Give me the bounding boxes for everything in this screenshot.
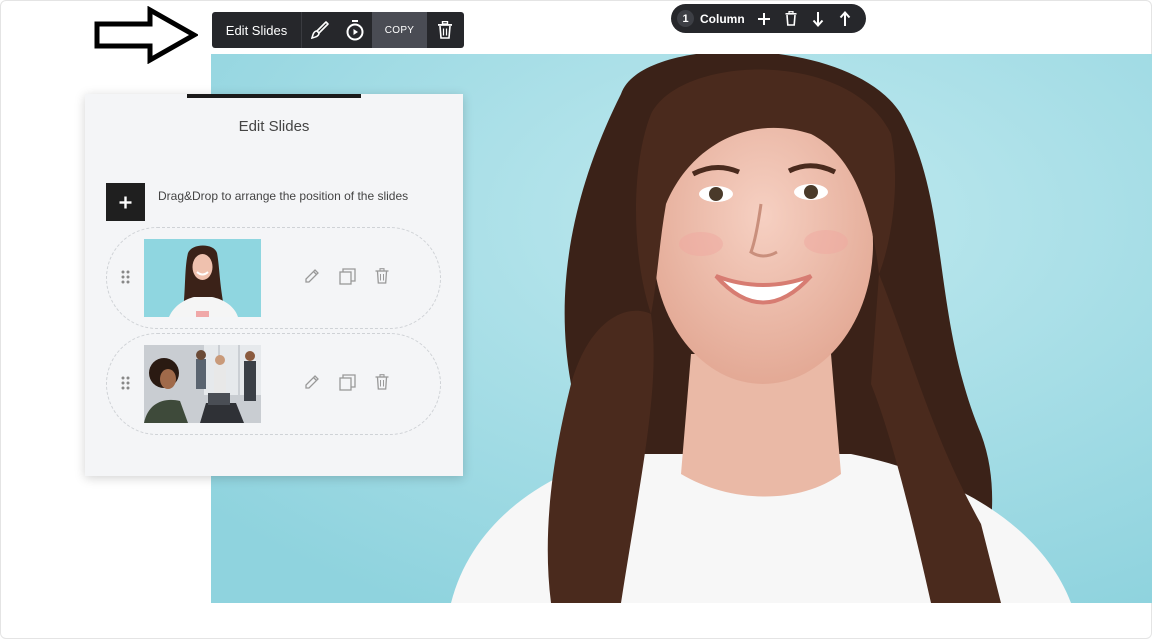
edit-slide-button[interactable] — [302, 266, 322, 286]
delete-slide-button[interactable] — [372, 372, 392, 392]
pointer-arrow-icon — [94, 6, 198, 64]
delete-column-button[interactable] — [777, 4, 804, 33]
drag-drop-hint: Drag&Drop to arrange the position of the… — [158, 189, 409, 203]
plus-icon — [119, 196, 132, 208]
pencil-icon — [305, 269, 319, 283]
panel-accent-bar — [187, 94, 361, 98]
edit-slides-panel: Edit Slides Drag&Drop to arrange the pos… — [85, 94, 463, 476]
slide-item[interactable] — [106, 227, 441, 329]
trash-icon — [437, 21, 452, 39]
slide-thumbnail — [144, 239, 261, 317]
duplicate-icon — [338, 373, 356, 391]
woman-smiling-thumbnail — [144, 239, 261, 317]
move-column-up-button[interactable] — [831, 4, 858, 33]
move-column-down-button[interactable] — [804, 4, 831, 33]
panel-title: Edit Slides — [238, 118, 310, 135]
trash-icon — [375, 374, 389, 390]
brush-icon — [310, 21, 329, 40]
arrow-up-icon — [839, 10, 850, 26]
column-label[interactable]: Column — [700, 12, 750, 26]
duplicate-slide-button[interactable] — [337, 266, 357, 286]
element-toolbar: Edit Slides COPY — [212, 12, 464, 48]
pencil-icon — [305, 375, 319, 389]
duplicate-icon — [338, 267, 356, 285]
timer-icon — [346, 20, 363, 41]
animation-button[interactable] — [337, 12, 372, 48]
copy-button[interactable]: COPY — [372, 12, 427, 48]
drag-handle-icon[interactable] — [121, 376, 130, 390]
drag-handle-icon[interactable] — [121, 270, 130, 284]
edit-slide-button[interactable] — [302, 372, 322, 392]
delete-element-button[interactable] — [427, 12, 462, 48]
slide-thumbnail — [144, 345, 261, 423]
trash-icon — [785, 11, 796, 26]
edit-slides-button[interactable]: Edit Slides — [212, 12, 302, 48]
add-slide-button[interactable] — [106, 183, 145, 221]
plus-icon — [757, 12, 770, 25]
delete-slide-button[interactable] — [372, 266, 392, 286]
duplicate-slide-button[interactable] — [337, 372, 357, 392]
arrow-down-icon — [812, 11, 823, 27]
style-button[interactable] — [302, 12, 337, 48]
column-count-badge: 1 — [677, 10, 694, 27]
slide-item[interactable] — [106, 333, 441, 435]
add-column-button[interactable] — [750, 4, 777, 33]
office-team-thumbnail — [144, 345, 261, 423]
column-toolbar: 1 Column — [671, 4, 866, 33]
trash-icon — [375, 268, 389, 284]
